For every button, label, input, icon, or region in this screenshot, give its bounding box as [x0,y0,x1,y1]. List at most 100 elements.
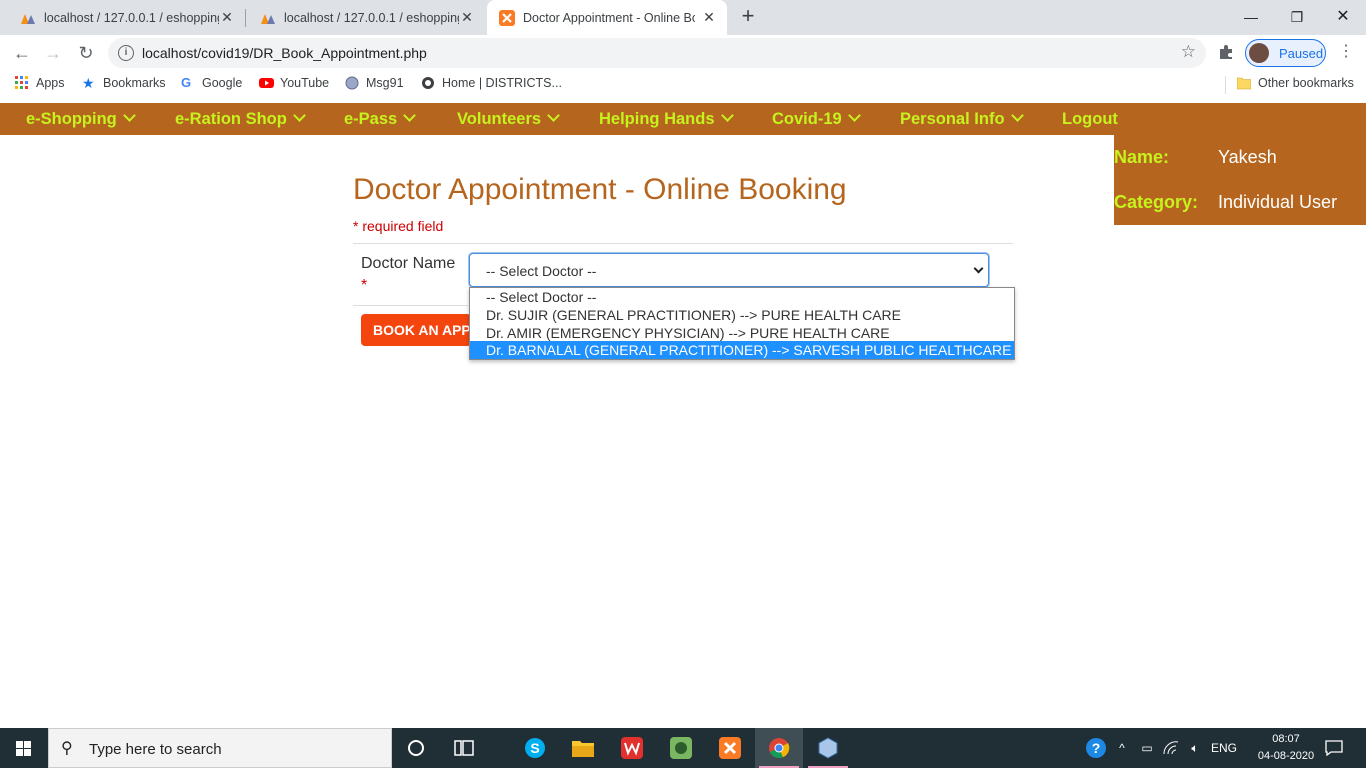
star-icon: ★ [82,75,95,91]
book-appointment-button[interactable]: BOOK AN APPOINTMENT [361,314,471,346]
bookmarks-bar: Apps ★ Bookmarks G Google YouTube Msg91 … [0,71,1366,98]
notifications-icon[interactable] [1322,728,1346,768]
help-icon[interactable]: ? [1084,728,1108,768]
file-explorer-icon[interactable] [559,728,607,768]
wps-office-icon[interactable] [608,728,656,768]
nav-label: Logout [1062,110,1118,128]
volume-icon[interactable]: 🔈︎ [1184,728,1206,768]
virtualbox-icon[interactable] [804,728,852,768]
youtube-icon [259,76,274,90]
dropdown-option-highlighted[interactable]: Dr. BARNALAL (GENERAL PRACTITIONER) --> … [470,341,1014,359]
avatar [1249,43,1269,63]
bookmark-label: Bookmarks [103,76,166,90]
address-bar[interactable]: i localhost/covid19/DR_Book_Appointment.… [108,38,1206,68]
chevron-down-icon [122,109,136,122]
taskbar-search-input[interactable]: ⚲ Type here to search [48,728,392,768]
user-info-panel: Name: Yakesh Category: Individual User [1114,135,1366,225]
url-text: localhost/covid19/DR_Book_Appointment.ph… [142,45,427,61]
forward-arrow-icon[interactable]: → [40,40,66,66]
bookmark-bookmarks[interactable]: ★ Bookmarks [82,76,166,90]
doctor-select[interactable]: -- Select Doctor -- [469,253,989,287]
dropdown-option[interactable]: Dr. AMIR (EMERGENCY PHYSICIAN) --> PURE … [470,324,1014,342]
chrome-icon[interactable] [755,728,803,768]
nav-e-ration-shop[interactable]: e-Ration Shop [175,109,306,129]
cortana-icon[interactable] [392,728,440,768]
chevron-down-icon [847,109,861,122]
close-icon[interactable]: ✕ [701,9,717,25]
battery-icon[interactable]: ▭ [1136,728,1158,768]
apps-grid-icon [15,76,29,90]
browser-tab-2[interactable]: localhost / 127.0.0.1 / eshopping ✕ [240,0,485,35]
menu-kebab-icon[interactable]: ⋮ [1338,41,1354,61]
browser-tab-1[interactable]: localhost / 127.0.0.1 / eshopping ✕ [0,0,245,35]
bookmark-label: Home | DISTRICTS... [442,76,562,90]
nav-e-pass[interactable]: e-Pass [344,109,417,129]
divider [353,243,1013,244]
skype-icon[interactable]: S [511,728,559,768]
doctor-name-label: Doctor Name * [361,253,461,297]
bookmark-label: Other bookmarks [1258,76,1354,90]
tab-title: Doctor Appointment - Online Bo [523,10,695,25]
bookmark-msg91[interactable]: Msg91 [345,76,404,90]
site-nav-bar: e-Shopping e-Ration Shop e-Pass Voluntee… [0,103,1366,135]
required-field-note: * required field [353,218,444,234]
bookmark-other[interactable]: Other bookmarks [1236,76,1354,90]
tab-title: localhost / 127.0.0.1 / eshopping [44,10,219,25]
nav-label: e-Ration Shop [175,110,287,128]
svg-text:?: ? [1092,740,1101,756]
dropdown-option[interactable]: -- Select Doctor -- [470,288,1014,306]
restore-button[interactable]: ❐ [1274,4,1320,30]
evernote-icon[interactable] [657,728,705,768]
divider [353,305,468,306]
xampp-icon[interactable] [706,728,754,768]
windows-start-button[interactable] [0,728,48,768]
required-star: * [361,277,368,294]
clock[interactable]: 08:07 04-08-2020 [1256,731,1316,765]
google-icon: G [181,75,192,90]
close-icon[interactable]: ✕ [219,9,235,25]
globe-icon [345,76,359,90]
nav-personal-info[interactable]: Personal Info [900,109,1024,129]
chevron-up-icon[interactable]: ^ [1112,728,1132,768]
nav-covid-19[interactable]: Covid-19 [772,109,861,129]
nav-label: Helping Hands [599,110,715,128]
dropdown-option[interactable]: Dr. SUJIR (GENERAL PRACTITIONER) --> PUR… [470,306,1014,324]
nav-volunteers[interactable]: Volunteers [457,109,560,129]
browser-tab-3-active[interactable]: Doctor Appointment - Online Bo ✕ [487,0,727,35]
profile-button[interactable]: Paused [1245,39,1326,67]
bookmark-youtube[interactable]: YouTube [259,76,329,90]
nav-logout[interactable]: Logout [1062,110,1118,129]
browser-toolbar: ← → ↻ i localhost/covid19/DR_Book_Appoin… [0,35,1366,71]
user-name-value: Yakesh [1218,147,1277,167]
chevron-down-icon [973,263,984,274]
nav-label: e-Pass [344,110,398,128]
close-icon[interactable]: ✕ [459,9,475,25]
browser-tab-strip: localhost / 127.0.0.1 / eshopping ✕ loca… [0,0,1366,35]
search-icon: ⚲ [61,740,73,757]
bookmark-apps[interactable]: Apps [15,76,65,90]
bookmark-districts[interactable]: Home | DISTRICTS... [421,76,562,90]
folder-icon [1236,76,1252,90]
globe-icon [421,76,435,90]
task-view-icon[interactable] [440,728,488,768]
nav-e-shopping[interactable]: e-Shopping [26,109,136,129]
reload-icon[interactable]: ↻ [73,40,99,66]
phpmyadmin-icon [20,10,36,26]
chevron-down-icon [292,109,306,122]
info-icon[interactable]: i [118,45,134,61]
bookmark-google[interactable]: G Google [181,75,242,91]
bookmark-star-icon[interactable]: ☆ [1181,42,1196,62]
label-text: Doctor Name [361,255,456,272]
windows-taskbar: ⚲ Type here to search S ? ^ ▭ 🔈︎ ENG 08:… [0,728,1366,768]
new-tab-button[interactable]: + [737,5,759,28]
profile-status: Paused [1279,46,1324,61]
close-window-button[interactable]: ✕ [1320,4,1366,30]
page-title: Doctor Appointment - Online Booking [353,173,847,206]
nav-helping-hands[interactable]: Helping Hands [599,109,734,129]
nav-label: Covid-19 [772,110,842,128]
minimize-button[interactable]: ― [1228,4,1274,30]
wifi-icon[interactable] [1160,728,1182,768]
extensions-puzzle-icon[interactable] [1217,43,1235,66]
language-indicator[interactable]: ENG [1208,728,1240,768]
back-arrow-icon[interactable]: ← [9,40,35,66]
